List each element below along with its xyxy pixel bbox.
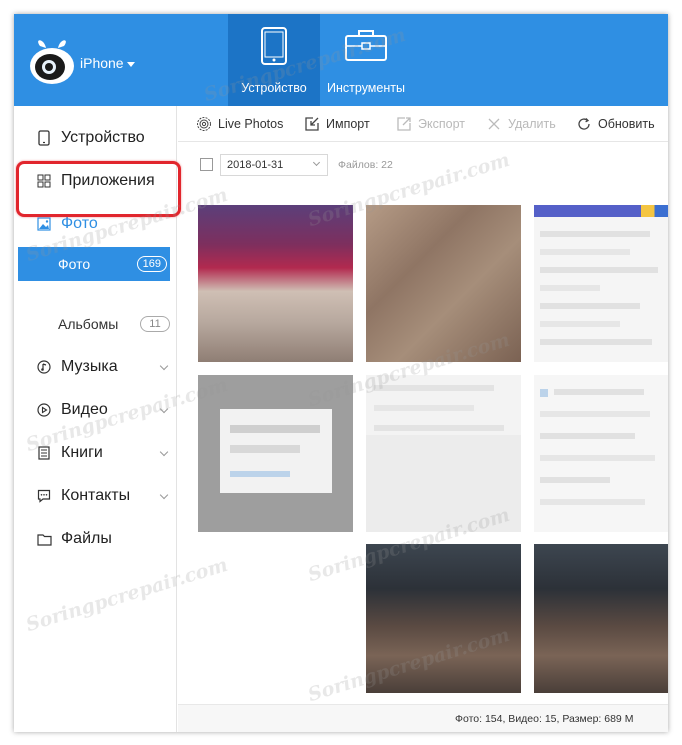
date-value: 2018-01-31: [227, 159, 284, 171]
tab-tools-label: Инструменты: [327, 81, 405, 95]
import-icon: [304, 116, 320, 132]
tab-device-label: Устройство: [241, 81, 307, 95]
phone-icon: [36, 130, 52, 146]
photo-grid: [198, 205, 668, 693]
photo-thumbnail[interactable]: [198, 205, 353, 362]
chevron-down-icon: [159, 404, 169, 414]
select-all-checkbox[interactable]: [200, 158, 213, 171]
device-selector[interactable]: iPhone: [80, 55, 135, 71]
status-text: Фото: 154, Видео: 15, Размер: 689 М: [455, 713, 634, 725]
refresh-icon: [576, 116, 592, 132]
live-photos-icon: [196, 116, 212, 132]
export-label: Экспорт: [418, 117, 465, 131]
tablet-icon: [259, 26, 289, 69]
sidebar-subitem-label: Альбомы: [58, 316, 119, 332]
delete-label: Удалить: [508, 117, 556, 131]
close-icon: [486, 116, 502, 132]
photo-thumbnail[interactable]: [534, 205, 668, 362]
sidebar-item-label: Книги: [61, 444, 103, 461]
chevron-down-icon: [159, 447, 169, 457]
sidebar-subitem-label: Фото: [58, 256, 91, 272]
delete-button[interactable]: Удалить: [486, 106, 556, 142]
count-badge: 169: [136, 256, 167, 272]
export-icon: [396, 116, 412, 132]
live-photos-label: Live Photos: [218, 117, 284, 131]
chevron-down-icon: [159, 490, 169, 500]
filter-row: 2018-01-31 Файлов: 22: [178, 142, 668, 186]
sidebar-item-files[interactable]: Файлы: [14, 524, 177, 554]
toolbar: Live Photos Импорт Экспорт Удалить Обнов…: [178, 106, 668, 142]
itools-logo: [24, 36, 80, 90]
top-bar: iPhone Устройство Инструменты: [14, 14, 668, 106]
photo-thumbnail[interactable]: [534, 544, 668, 693]
caret-down-icon: [126, 61, 135, 67]
photo-thumbnail[interactable]: [534, 375, 668, 532]
live-photos-button[interactable]: Live Photos: [196, 106, 283, 142]
book-icon: [36, 445, 52, 461]
toolbox-icon: [343, 26, 389, 65]
photo-thumbnail[interactable]: [198, 375, 353, 532]
tab-tools[interactable]: Инструменты: [320, 14, 412, 106]
files-count: Файлов: 22: [338, 159, 393, 171]
sidebar-item-label: Фото: [61, 215, 98, 232]
sidebar-item-label: Музыка: [61, 358, 118, 375]
photo-thumbnail[interactable]: [366, 375, 521, 532]
app-window: iPhone Устройство Инструменты Устройство…: [14, 14, 668, 732]
photo-icon: [36, 216, 52, 232]
chevron-down-icon: [159, 361, 169, 371]
device-name-label: iPhone: [80, 55, 124, 71]
export-button[interactable]: Экспорт: [396, 106, 465, 142]
tab-device[interactable]: Устройство: [228, 14, 320, 106]
video-icon: [36, 402, 52, 418]
photo-thumbnail[interactable]: [366, 544, 521, 693]
music-icon: [36, 359, 52, 375]
date-select[interactable]: 2018-01-31: [220, 154, 328, 176]
sidebar-subitem-photos[interactable]: Фото 169: [18, 247, 170, 281]
photo-thumbnail[interactable]: [366, 205, 521, 362]
sidebar-item-label: Файлы: [61, 530, 112, 547]
status-bar: Фото: 154, Видео: 15, Размер: 689 М: [178, 704, 668, 732]
sidebar-item-video[interactable]: Видео: [14, 395, 177, 425]
count-badge: 11: [140, 316, 170, 332]
sidebar-item-books[interactable]: Книги: [14, 438, 177, 468]
import-button[interactable]: Импорт: [304, 106, 370, 142]
chevron-down-icon: [312, 158, 321, 167]
refresh-button[interactable]: Обновить: [576, 106, 655, 142]
highlight-annotation: [16, 161, 181, 217]
sidebar-item-contacts[interactable]: Контакты: [14, 481, 177, 511]
folder-icon: [36, 531, 52, 547]
sidebar-subitem-albums[interactable]: Альбомы 11: [14, 309, 177, 339]
sidebar-item-label: Контакты: [61, 487, 131, 504]
sidebar-item-music[interactable]: Музыка: [14, 352, 177, 382]
sidebar-item-device[interactable]: Устройство: [14, 123, 177, 153]
refresh-label: Обновить: [598, 117, 655, 131]
sidebar-item-label: Устройство: [61, 129, 145, 146]
import-label: Импорт: [326, 117, 370, 131]
contacts-icon: [36, 488, 52, 504]
sidebar-item-label: Видео: [61, 401, 108, 418]
